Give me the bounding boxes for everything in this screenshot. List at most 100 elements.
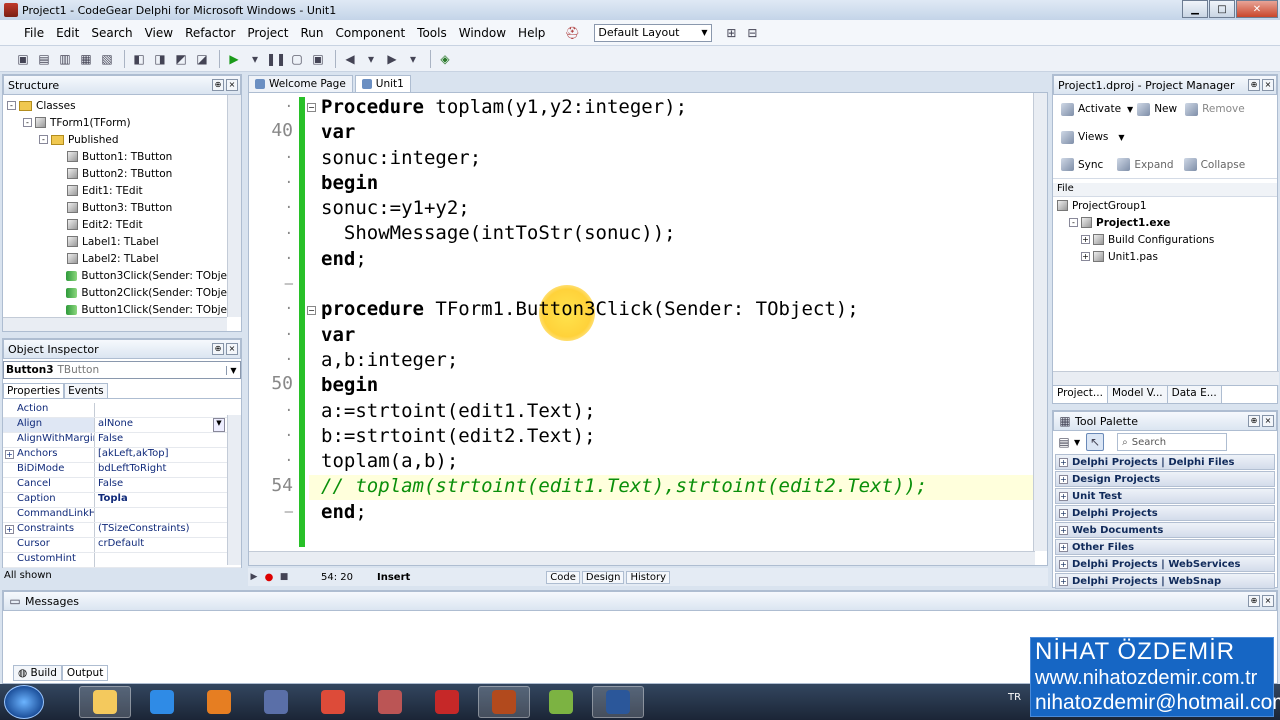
tab-welcome-page[interactable]: Welcome Page bbox=[248, 75, 353, 92]
back-icon[interactable]: ◀ bbox=[341, 50, 359, 68]
tab-design[interactable]: Design bbox=[581, 570, 625, 584]
property-value[interactable]: (TSizeConstraints) bbox=[95, 523, 241, 537]
helmet-icon[interactable]: ⛑ bbox=[563, 24, 581, 42]
view-form-icon[interactable]: ◨ bbox=[151, 50, 169, 68]
save-all-icon[interactable]: ▧ bbox=[98, 50, 116, 68]
property-value[interactable]: crDefault bbox=[95, 538, 241, 552]
tab-history[interactable]: History bbox=[626, 570, 671, 584]
step-over-icon[interactable]: ▢ bbox=[288, 50, 306, 68]
pointer-icon[interactable]: ↖ bbox=[1086, 433, 1105, 451]
taskbar-app[interactable] bbox=[250, 686, 302, 718]
expand-toggle-icon[interactable]: - bbox=[23, 118, 32, 127]
object-selector-combo[interactable]: Button3 TButton ▼ bbox=[3, 361, 241, 379]
expand-toggle-icon[interactable]: + bbox=[1059, 559, 1068, 569]
dropdown-icon[interactable]: ▾ bbox=[404, 50, 422, 68]
code-lines[interactable]: Procedure toplam(y1,y2:integer); var sonuc… bbox=[321, 95, 1033, 525]
chevron-down-icon[interactable]: ▼ bbox=[1118, 133, 1124, 142]
property-value[interactable] bbox=[95, 553, 241, 567]
close-button[interactable]: ✕ bbox=[1236, 0, 1278, 18]
categories-icon[interactable]: ▤ bbox=[1057, 433, 1071, 451]
activate-button[interactable]: Activate bbox=[1078, 103, 1121, 115]
property-value[interactable]: False bbox=[95, 478, 241, 492]
property-row[interactable]: CommandLinkHint bbox=[3, 508, 241, 523]
code-line[interactable]: Procedure toplam(y1,y2:integer); bbox=[321, 95, 1033, 120]
remove-button[interactable]: Remove bbox=[1202, 103, 1245, 115]
tab-properties[interactable]: Properties bbox=[3, 383, 65, 398]
tree-node[interactable]: - TForm1(TForm) bbox=[3, 114, 241, 131]
tree-node[interactable]: Button2: TButton bbox=[3, 165, 241, 182]
taskbar-app[interactable] bbox=[307, 686, 359, 718]
tree-node[interactable]: Button1: TButton bbox=[3, 148, 241, 165]
code-line[interactable]: end; bbox=[321, 247, 1033, 272]
expand-button[interactable]: Expand bbox=[1134, 159, 1173, 171]
new-icon[interactable]: ▣ bbox=[14, 50, 32, 68]
code-line[interactable]: // toplam(strtoint(edit1.Text),strtoint(… bbox=[321, 474, 1033, 499]
tab-model-view[interactable]: Model V... bbox=[1107, 386, 1168, 403]
pm-hscrollbar[interactable] bbox=[1053, 371, 1279, 385]
expand-toggle-icon[interactable]: + bbox=[1059, 525, 1068, 535]
chevron-down-icon[interactable]: ▼ bbox=[1127, 105, 1133, 114]
code-line[interactable]: end; bbox=[321, 500, 1033, 525]
dropdown-icon[interactable]: ▾ bbox=[362, 50, 380, 68]
palette-category[interactable]: + Delphi Projects | WebSnap bbox=[1055, 573, 1275, 589]
layout-settings-icon[interactable]: ⊟ bbox=[743, 24, 761, 42]
open-project-icon[interactable]: ▦ bbox=[77, 50, 95, 68]
close-icon[interactable]: × bbox=[1262, 79, 1274, 91]
taskbar-app[interactable] bbox=[592, 686, 644, 718]
editor-hscrollbar[interactable] bbox=[249, 551, 1035, 565]
code-line[interactable]: sonuc:=y1+y2; bbox=[321, 196, 1033, 221]
expand-toggle-icon[interactable]: + bbox=[1059, 457, 1068, 467]
editor-vscrollbar[interactable] bbox=[1033, 93, 1047, 551]
taskbar-app[interactable] bbox=[421, 686, 473, 718]
code-line[interactable]: var bbox=[321, 323, 1033, 348]
expand-toggle-icon[interactable]: + bbox=[1059, 491, 1068, 501]
expand-toggle-icon[interactable]: - bbox=[7, 101, 16, 110]
tree-node[interactable]: Button3Click(Sender: TObject) bbox=[3, 267, 241, 284]
property-value[interactable]: alNone bbox=[95, 418, 213, 432]
property-row[interactable]: Caption Topla bbox=[3, 493, 241, 508]
taskbar-app[interactable] bbox=[79, 686, 131, 718]
views-button[interactable]: Views bbox=[1078, 131, 1108, 143]
property-row[interactable]: Align alNone ▼ bbox=[3, 418, 241, 433]
help-book-icon[interactable]: ◈ bbox=[436, 50, 454, 68]
macro-stop-icon[interactable]: ■ bbox=[278, 568, 290, 586]
taskbar-app[interactable] bbox=[193, 686, 245, 718]
maximize-button[interactable]: □ bbox=[1209, 0, 1235, 18]
tree-node[interactable]: Label1: TLabel bbox=[3, 233, 241, 250]
code-line[interactable]: begin bbox=[321, 171, 1033, 196]
expand-toggle-icon[interactable]: - bbox=[39, 135, 48, 144]
tree-node[interactable]: - Published bbox=[3, 131, 241, 148]
code-line[interactable]: a:=strtoint(edit1.Text); bbox=[321, 399, 1033, 424]
close-icon[interactable]: × bbox=[1262, 595, 1274, 607]
tab-code[interactable]: Code bbox=[546, 570, 580, 584]
open-icon[interactable]: ▤ bbox=[35, 50, 53, 68]
menu-help[interactable]: Help bbox=[512, 26, 551, 40]
palette-category[interactable]: + Delphi Projects | WebServices bbox=[1055, 556, 1275, 572]
expand-toggle-icon[interactable]: + bbox=[1059, 474, 1068, 484]
palette-category[interactable]: + Unit Test bbox=[1055, 488, 1275, 504]
palette-search-input[interactable]: ⌕ Search bbox=[1117, 433, 1228, 451]
sync-button[interactable]: Sync bbox=[1078, 159, 1103, 171]
menu-file[interactable]: File bbox=[18, 26, 50, 40]
code-editor[interactable]: · 40 · · · · · – · · · 50 · · · 54 – Procedure toplam(y1… bbox=[248, 92, 1048, 566]
palette-category[interactable]: + Delphi Projects | Delphi Files bbox=[1055, 454, 1275, 470]
tree-node[interactable]: Edit2: TEdit bbox=[3, 216, 241, 233]
menu-component[interactable]: Component bbox=[329, 26, 411, 40]
tab-project[interactable]: Project... bbox=[1053, 386, 1108, 403]
menu-view[interactable]: View bbox=[139, 26, 179, 40]
property-value[interactable]: bdLeftToRight bbox=[95, 463, 241, 477]
expand-toggle-icon[interactable]: - bbox=[1069, 218, 1078, 227]
layout-combo[interactable]: Default Layout ▼ bbox=[594, 23, 713, 42]
close-icon[interactable]: × bbox=[1262, 415, 1274, 427]
code-line[interactable]: sonuc:integer; bbox=[321, 146, 1033, 171]
tab-unit1[interactable]: Unit1 bbox=[354, 75, 411, 92]
property-row[interactable]: BiDiMode bdLeftToRight bbox=[3, 463, 241, 478]
structure-hscrollbar[interactable] bbox=[3, 317, 227, 331]
project-tree-node[interactable]: - Project1.exe bbox=[1053, 214, 1277, 231]
tab-output[interactable]: Output bbox=[61, 665, 109, 681]
menu-project[interactable]: Project bbox=[241, 26, 294, 40]
project-tree-node[interactable]: ProjectGroup1 bbox=[1053, 197, 1277, 214]
property-value[interactable] bbox=[95, 508, 241, 522]
save-icon[interactable]: ▥ bbox=[56, 50, 74, 68]
code-line[interactable]: toplam(a,b); bbox=[321, 449, 1033, 474]
